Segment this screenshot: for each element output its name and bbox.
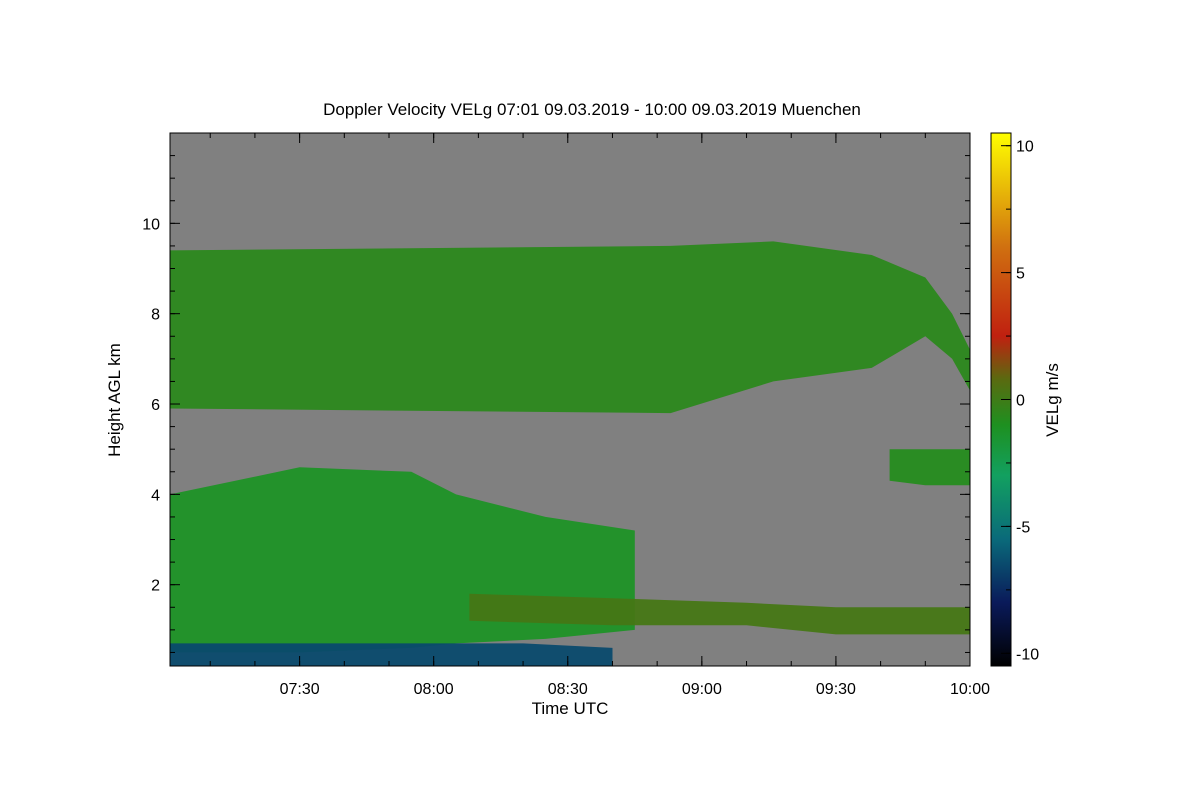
x-tick-label: 09:00 [682,681,722,698]
y-tick-label: 8 [151,307,160,324]
x-tick-label: 09:30 [816,681,856,698]
doppler-velocity-chart: Doppler Velocity VELg 07:01 09.03.2019 -… [105,100,1062,718]
chart-root: Doppler Velocity VELg 07:01 09.03.2019 -… [0,0,1200,800]
y-tick-label: 6 [151,397,160,414]
colorbar-tick-label: -10 [1016,646,1039,663]
colorbar-title: VELg m/s [1043,363,1062,437]
velocity-region [889,449,970,486]
x-axis-title: Time UTC [532,699,609,718]
x-tick-label: 10:00 [950,681,990,698]
x-tick-label: 08:00 [414,681,454,698]
colorbar-tick-label: 0 [1016,393,1025,410]
chart-title: Doppler Velocity VELg 07:01 09.03.2019 -… [323,100,861,119]
colorbar-tick-label: -5 [1016,519,1030,536]
x-tick-label: 08:30 [548,681,588,698]
y-axis-title: Height AGL km [105,343,124,457]
colorbar-tick-label: 5 [1016,266,1025,283]
colorbar-tick-label: 10 [1016,139,1034,156]
y-tick-label: 10 [142,216,160,233]
x-tick-label: 07:30 [280,681,320,698]
y-tick-label: 4 [151,487,160,504]
y-tick-label: 2 [151,578,160,595]
velocity-region [170,643,613,666]
